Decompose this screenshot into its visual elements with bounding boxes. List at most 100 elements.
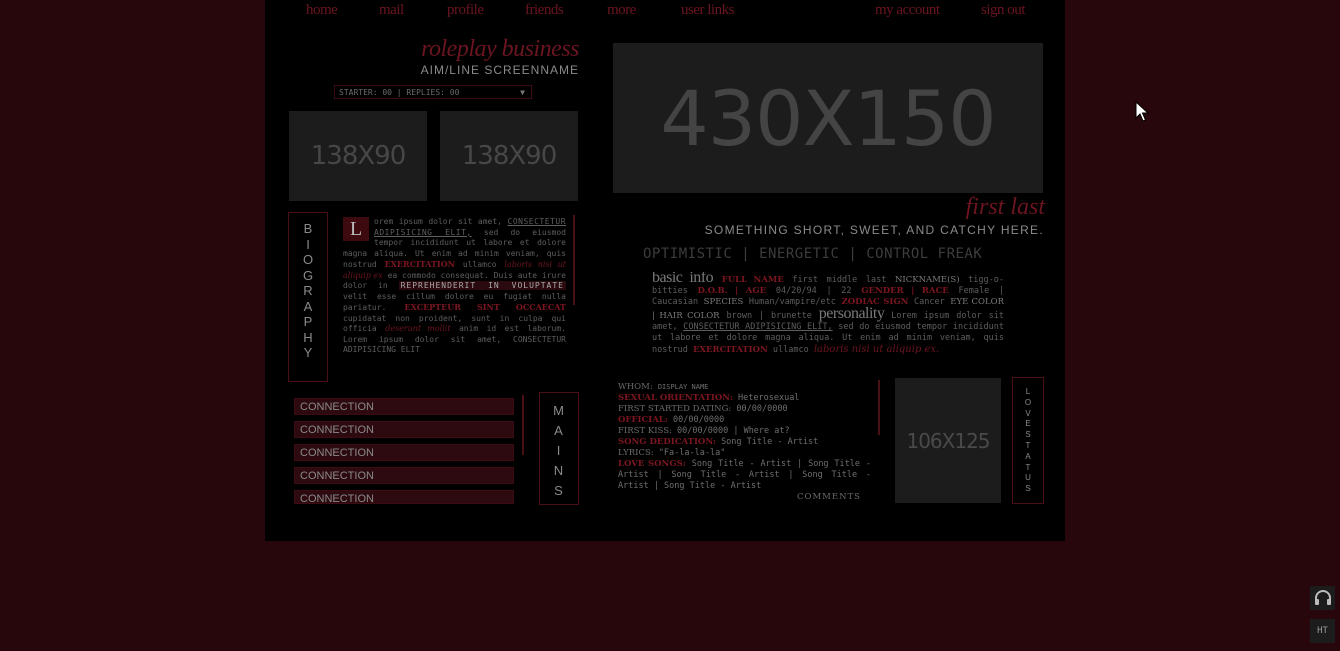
bio-p3: ullamco: [462, 260, 497, 269]
biography-tab[interactable]: BIOGRAPHY: [288, 212, 328, 382]
ht-label: HT: [1317, 626, 1328, 636]
headphones-icon: [1314, 590, 1331, 605]
mains-tab[interactable]: MAINS: [539, 392, 579, 505]
tab-letter: S: [554, 483, 564, 498]
whom-label: WHOM:: [618, 382, 653, 392]
main-banner-image: 430X150: [613, 43, 1043, 193]
music-player-button[interactable]: [1310, 586, 1335, 610]
lovestatus-tab-letters: LOVESTATUS: [1013, 378, 1043, 495]
tab-letter: O: [302, 252, 314, 267]
bio-p4-highlight: REPREHENDERIT IN VOLUPTATE: [398, 281, 566, 290]
tab-letter: P: [303, 314, 313, 329]
nav-friends-link[interactable]: friends: [525, 2, 564, 19]
bio-p6-italic: deserunt mollit: [385, 324, 451, 333]
connections-scrollbar[interactable]: [522, 395, 524, 455]
biography-scrollbar[interactable]: [573, 215, 575, 305]
character-traits: OPTIMISTIC | ENERGETIC | CONTROL FREAK: [643, 246, 983, 262]
song-dedication-value: Song Title - Artist: [721, 437, 819, 447]
personality-heading: personality: [818, 305, 885, 322]
tab-letter: G: [302, 267, 314, 283]
species-label: SPECIES: [703, 297, 744, 307]
tab-letter: E: [1025, 419, 1031, 429]
connection-item[interactable]: CONNECTION: [294, 421, 514, 438]
relationship-section: WHOM: DISPLAY NAME SEXUAL ORIENTATION: H…: [618, 382, 871, 506]
dob-label: D.O.B. | AGE: [697, 286, 767, 296]
connection-item[interactable]: CONNECTION: [294, 490, 514, 504]
avatar-image: 106X125: [895, 378, 1001, 503]
comments-label: COMMENTS: [796, 492, 861, 502]
relationship-scrollbar[interactable]: [878, 380, 880, 435]
nav-profile-link[interactable]: profile: [447, 2, 484, 19]
bio-p5-red: EXCEPTEUR SINT OCCAECAT: [404, 302, 566, 312]
tab-letter: T: [1025, 440, 1031, 450]
gender-label: GENDER | RACE: [861, 286, 949, 296]
first-dating-label: FIRST STARTED DATING:: [618, 404, 732, 414]
tab-letter: A: [303, 298, 313, 314]
bio-p1: orem ipsum dolor sit amet,: [374, 217, 502, 226]
personality-red: EXERCITATION: [692, 345, 768, 355]
small-image-left: 138X90: [289, 111, 427, 201]
song-dedication-label: SONG DEDICATION:: [618, 437, 716, 447]
lyrics-value: "Fa-la-la-la": [658, 448, 726, 458]
thread-count-select[interactable]: STARTER: 00 | REPLIES: 00 ▼: [334, 85, 532, 99]
bio-p2-red: EXERCITATION: [384, 259, 455, 269]
tab-letter: I: [306, 236, 310, 252]
thread-count-value: STARTER: 00 | REPLIES: 00: [339, 88, 460, 97]
personality-highlight: CONSECTETUR ADIPISICING ELIT,: [683, 322, 833, 332]
top-nav: home mail profile friends more user link…: [265, 0, 1065, 26]
biography-tab-letters: BIOGRAPHY: [289, 213, 327, 361]
tab-letter: T: [1025, 462, 1031, 472]
personality-text-3: ullamco: [772, 345, 809, 355]
eye-color-value: brown | brunette: [726, 311, 812, 321]
official-value: 00/00/0000: [673, 415, 725, 425]
official-label: OFFICIAL:: [618, 415, 668, 425]
tab-letter: U: [1025, 473, 1031, 483]
nav-home-link[interactable]: home: [306, 2, 338, 19]
screenname-label: AIM/LINE SCREENNAME: [420, 63, 579, 77]
whom-value: DISPLAY NAME: [657, 383, 709, 391]
character-name: first last: [965, 194, 1045, 220]
first-dating-value: 00/00/0000: [736, 404, 788, 414]
tab-letter: H: [303, 329, 313, 345]
tab-letter: A: [1025, 451, 1031, 461]
tab-letter: A: [554, 423, 564, 438]
full-name-value: first middle last: [792, 275, 887, 285]
tab-letter: B: [303, 221, 313, 236]
zodiac-value: Cancer: [913, 297, 945, 307]
dropdown-arrow-icon: ▼: [520, 88, 525, 97]
dob-value: 04/20/94 | 22: [775, 286, 852, 296]
tab-letter: N: [553, 463, 565, 478]
tab-letter: L: [1025, 387, 1031, 396]
orientation-label: SEXUAL ORIENTATION:: [618, 393, 733, 403]
first-kiss-label: FIRST KISS:: [618, 426, 672, 436]
connection-item[interactable]: CONNECTION: [294, 398, 514, 415]
tab-letter: I: [556, 443, 562, 458]
lovestatus-tab[interactable]: LOVESTATUS: [1012, 377, 1044, 504]
connection-item[interactable]: CONNECTION: [294, 444, 514, 461]
tab-letter: S: [1025, 484, 1031, 494]
nav-more-link[interactable]: more: [607, 2, 636, 19]
tab-letter: V: [1025, 408, 1031, 418]
nav-user-links-link[interactable]: user links: [681, 2, 734, 19]
full-name-label: FULL NAME: [721, 275, 784, 285]
nav-sign-out-link[interactable]: sign out: [981, 2, 1025, 19]
ht-button[interactable]: HT: [1310, 619, 1335, 643]
mains-tab-letters: MAINS: [540, 393, 578, 501]
small-image-right: 138X90: [440, 111, 578, 201]
dropcap: L: [343, 217, 369, 241]
orientation-value: Heterosexual: [738, 393, 800, 403]
biography-text: L orem ipsum dolor sit amet, CONSECTETUR…: [343, 217, 566, 382]
lyrics-label: LYRICS:: [618, 448, 654, 458]
connection-item[interactable]: CONNECTION: [294, 467, 514, 484]
tab-letter: Y: [303, 345, 313, 360]
basic-info-section: basic info FULL NAME first middle last N…: [652, 272, 1004, 370]
love-songs-label: LOVE SONGS:: [618, 459, 686, 469]
tab-letter: S: [1025, 430, 1031, 440]
profile-layout: home mail profile friends more user link…: [265, 0, 1065, 541]
basic-info-heading: basic info: [652, 272, 714, 286]
character-tagline: SOMETHING SHORT, SWEET, AND CATCHY HERE.: [704, 223, 1044, 237]
mouse-cursor-icon: [1135, 101, 1149, 122]
page-title: roleplay business: [421, 36, 579, 62]
nav-mail-link[interactable]: mail: [379, 2, 404, 19]
nav-my-account-link[interactable]: my account: [875, 2, 940, 19]
